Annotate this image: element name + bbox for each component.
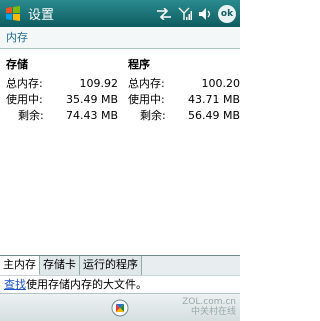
keyboard-icon	[111, 299, 129, 317]
section-header: 内存	[0, 27, 240, 49]
memory-panel: 存储 总内存: 109.92 使用中: 35.49 MB 剩余: 74.43 M…	[0, 50, 240, 250]
app-title: 设置	[28, 8, 55, 23]
tab-bar: 主内存 存储卡 运行的程序	[0, 255, 240, 275]
tab-bar-filler	[142, 256, 240, 275]
storage-used-label: 使用中:	[6, 93, 43, 106]
storage-total-label: 总内存:	[6, 77, 43, 90]
soft-key-bar: ZOL.com.cn 中关村在线	[0, 293, 240, 321]
storage-free-label: 剩余:	[18, 109, 44, 122]
hint-text: 使用存储内存的大文件。	[26, 278, 147, 291]
start-menu-button[interactable]	[0, 1, 26, 27]
program-total-label: 总内存:	[128, 77, 165, 90]
program-total-row: 总内存: 100.20	[128, 76, 240, 92]
program-used-value: 43.71 MB	[187, 93, 240, 106]
program-title: 程序	[128, 58, 150, 71]
watermark-line2: 中关村在线	[190, 307, 236, 317]
program-free-value: 56.49 MB	[187, 109, 240, 122]
ok-button[interactable]: ok	[218, 4, 236, 23]
tab-main-memory[interactable]: 主内存	[0, 256, 40, 275]
program-used-label: 使用中:	[128, 93, 165, 106]
program-free-row: 剩余: 56.49 MB	[128, 108, 240, 124]
storage-used-value: 35.49 MB	[65, 93, 118, 106]
find-link[interactable]: 查找	[4, 278, 26, 291]
find-large-files-hint: 查找使用存储内存的大文件。	[0, 275, 240, 293]
watermark-line1: ZOL.com.cn	[182, 297, 236, 307]
connectivity-arrows-icon[interactable]	[156, 7, 172, 20]
volume-icon[interactable]	[198, 7, 212, 21]
storage-free-value: 74.43 MB	[65, 109, 118, 122]
tab-running-programs[interactable]: 运行的程序	[80, 256, 142, 275]
storage-column: 存储 总内存: 109.92 使用中: 35.49 MB 剩余: 74.43 M…	[6, 56, 118, 124]
storage-total-value: 109.92	[79, 77, 119, 90]
storage-total-row: 总内存: 109.92	[6, 76, 118, 92]
signal-strength-icon[interactable]	[178, 7, 192, 21]
program-column: 程序 总内存: 100.20 使用中: 43.71 MB 剩余: 56.49 M…	[128, 56, 240, 124]
storage-title: 存储	[6, 58, 28, 71]
storage-free-row: 剩余: 74.43 MB	[6, 108, 118, 124]
title-bar: 设置 ok	[0, 0, 240, 27]
program-free-label: 剩余:	[140, 109, 166, 122]
input-panel-button[interactable]	[104, 297, 136, 319]
tab-storage-card[interactable]: 存储卡	[40, 256, 80, 275]
watermark: ZOL.com.cn 中关村在线	[182, 297, 236, 317]
windows-logo-icon	[6, 5, 20, 21]
program-total-value: 100.20	[201, 77, 241, 90]
program-used-row: 使用中: 43.71 MB	[128, 92, 240, 108]
storage-used-row: 使用中: 35.49 MB	[6, 92, 118, 108]
